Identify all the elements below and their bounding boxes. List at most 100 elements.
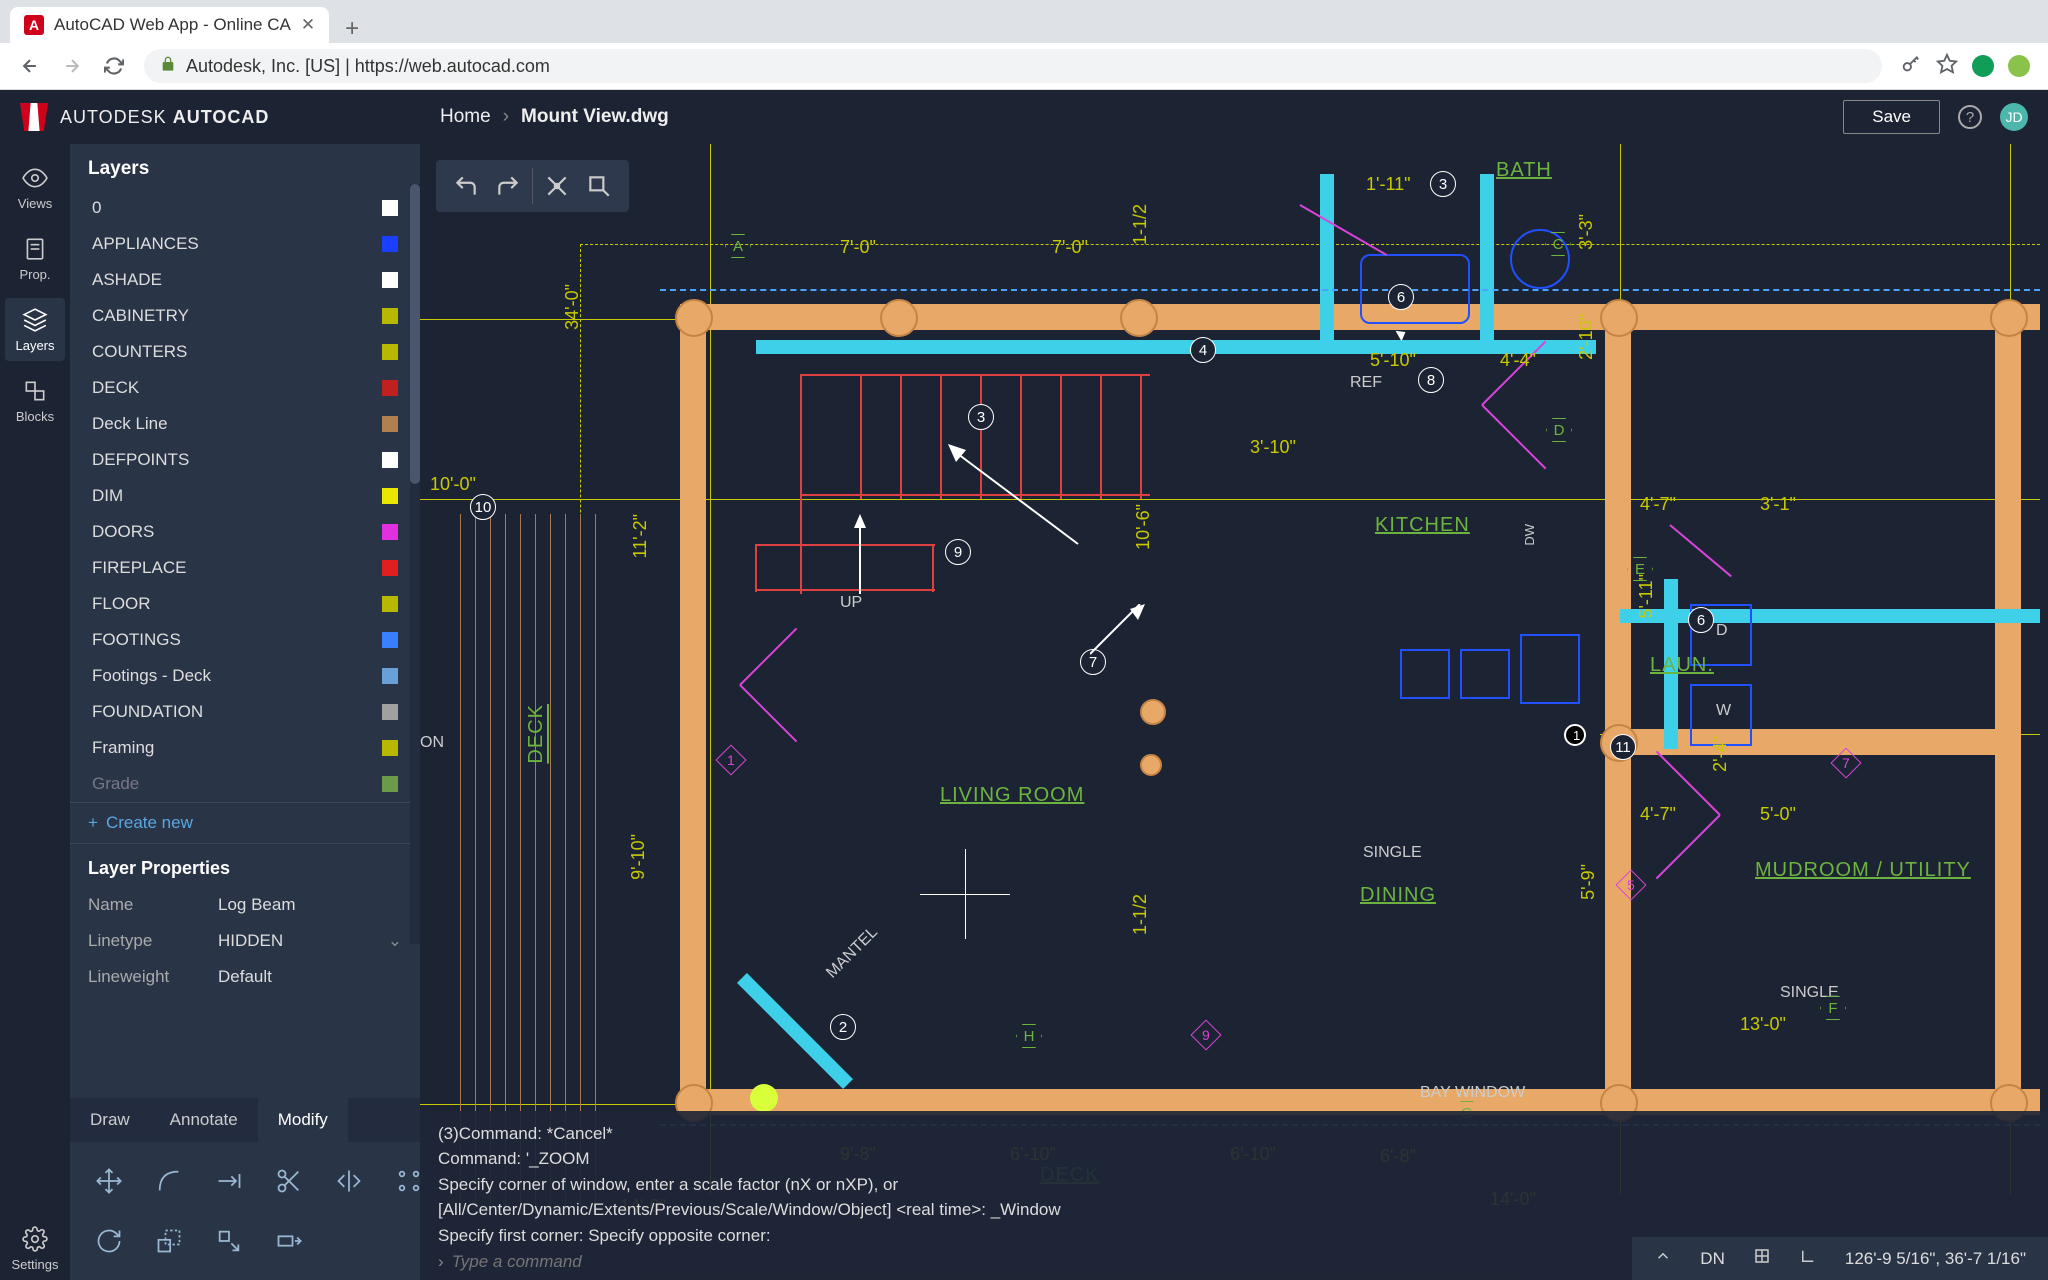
layer-row[interactable]: APPLIANCES (70, 226, 420, 262)
help-icon[interactable]: ? (1958, 105, 1982, 129)
color-swatch[interactable] (382, 272, 398, 288)
linetype-select[interactable]: HIDDEN ⌄ (218, 931, 402, 951)
color-swatch[interactable] (382, 596, 398, 612)
browser-tab[interactable]: A AutoCAD Web App - Online CA ✕ (10, 7, 329, 43)
prop-lineweight-row: Lineweight Default (70, 959, 420, 995)
rail-settings[interactable]: Settings (5, 1217, 65, 1280)
layer-row[interactable]: DECK (70, 370, 420, 406)
profile-avatar-1[interactable] (1972, 55, 1994, 77)
color-swatch[interactable] (382, 560, 398, 576)
color-swatch[interactable] (382, 740, 398, 756)
close-tab-icon[interactable]: ✕ (301, 15, 315, 35)
url-field[interactable]: Autodesk, Inc. [US] | https://web.autoca… (144, 49, 1882, 83)
layer-row[interactable]: 0 (70, 190, 420, 226)
breadcrumb-home[interactable]: Home (440, 106, 491, 128)
layer-row[interactable]: FIREPLACE (70, 550, 420, 586)
prop-name-value[interactable]: Log Beam (218, 895, 402, 915)
layer-row[interactable]: CABINETRY (70, 298, 420, 334)
tab-modify[interactable]: Modify (258, 1098, 348, 1142)
color-swatch[interactable] (382, 524, 398, 540)
layer-name: FOUNDATION (92, 702, 203, 722)
color-swatch[interactable] (382, 668, 398, 684)
move-tool-icon[interactable] (88, 1160, 130, 1202)
key-icon[interactable] (1900, 53, 1922, 80)
layer-row[interactable]: Grade (70, 766, 420, 802)
new-tab-button[interactable]: + (329, 15, 375, 43)
reload-button[interactable] (102, 54, 126, 78)
explode-tool-icon[interactable] (208, 1220, 250, 1262)
canvas-toolbar (436, 160, 629, 212)
stretch-tool-icon[interactable] (268, 1220, 310, 1262)
layer-row[interactable]: FOOTINGS (70, 622, 420, 658)
label-deck: DECK (525, 704, 548, 764)
layer-row[interactable]: DEFPOINTS (70, 442, 420, 478)
color-swatch[interactable] (382, 452, 398, 468)
color-swatch[interactable] (382, 776, 398, 792)
color-swatch[interactable] (382, 380, 398, 396)
canvas[interactable]: BATH KITCHEN LIVING ROOM DINING LAUN. MU… (420, 144, 2048, 1280)
label-ref: REF (1350, 374, 1382, 392)
offset-tool-icon[interactable] (208, 1160, 250, 1202)
forward-button[interactable] (60, 54, 84, 78)
color-swatch[interactable] (382, 308, 398, 324)
osnap-button[interactable] (539, 168, 575, 204)
favicon: A (24, 15, 44, 35)
command-history: (3)Command: *Cancel*Command: '_ZOOMSpeci… (438, 1121, 2030, 1249)
plus-icon: + (88, 813, 98, 833)
command-history-line: (3)Command: *Cancel* (438, 1121, 2030, 1147)
back-button[interactable] (18, 54, 42, 78)
color-swatch[interactable] (382, 236, 398, 252)
create-layer-button[interactable]: + Create new (70, 802, 420, 843)
scrollbar-thumb[interactable] (410, 184, 420, 484)
label-d: D (1716, 622, 1728, 640)
layer-row[interactable]: DOORS (70, 514, 420, 550)
layer-name: Deck Line (92, 414, 168, 434)
layer-name: ASHADE (92, 270, 162, 290)
tab-annotate[interactable]: Annotate (150, 1098, 258, 1142)
layer-row[interactable]: FLOOR (70, 586, 420, 622)
arc-tool-icon[interactable] (148, 1160, 190, 1202)
layer-name: FOOTINGS (92, 630, 181, 650)
rail-layers[interactable]: Layers (5, 298, 65, 361)
color-swatch[interactable] (382, 488, 398, 504)
expand-icon[interactable] (1654, 1247, 1672, 1270)
rail-views[interactable]: Views (5, 156, 65, 219)
color-swatch[interactable] (382, 632, 398, 648)
zoom-window-button[interactable] (581, 168, 617, 204)
leader-arrow-icon (948, 444, 1088, 554)
color-swatch[interactable] (382, 200, 398, 216)
rail-properties[interactable]: Prop. (5, 227, 65, 290)
rotate-tool-icon[interactable] (88, 1220, 130, 1262)
tab-draw[interactable]: Draw (70, 1098, 150, 1142)
profile-avatar-2[interactable] (2008, 55, 2030, 77)
color-swatch[interactable] (382, 416, 398, 432)
layer-row[interactable]: DIM (70, 478, 420, 514)
label-mudroom: MUDROOM / UTILITY (1755, 859, 1971, 882)
tab-bar: A AutoCAD Web App - Online CA ✕ + (0, 0, 2048, 43)
color-swatch[interactable] (382, 704, 398, 720)
grid-snap-icon[interactable] (1753, 1247, 1771, 1270)
save-button[interactable]: Save (1843, 100, 1940, 134)
layer-row[interactable]: COUNTERS (70, 334, 420, 370)
layer-row[interactable]: FOUNDATION (70, 694, 420, 730)
caret-icon: › (438, 1252, 444, 1272)
mirror-tool-icon[interactable] (328, 1160, 370, 1202)
layer-row[interactable]: Framing (70, 730, 420, 766)
label-living: LIVING ROOM (940, 784, 1084, 807)
layer-row[interactable]: ASHADE (70, 262, 420, 298)
layer-list: 0 APPLIANCES ASHADE CABINETRYCOUNTERSDECK De… (70, 190, 420, 802)
layer-row[interactable]: Footings - Deck (70, 658, 420, 694)
trim-tool-icon[interactable] (268, 1160, 310, 1202)
star-icon[interactable] (1936, 53, 1958, 80)
rail-blocks[interactable]: Blocks (5, 369, 65, 432)
user-avatar[interactable]: JD (2000, 103, 2028, 131)
layer-name: 0 (92, 198, 101, 218)
breadcrumb-file[interactable]: Mount View.dwg (521, 106, 669, 128)
scale-tool-icon[interactable] (148, 1220, 190, 1262)
undo-button[interactable] (448, 168, 484, 204)
ortho-icon[interactable] (1799, 1247, 1817, 1270)
color-swatch[interactable] (382, 344, 398, 360)
layer-row[interactable]: Deck Line (70, 406, 420, 442)
prop-lineweight-value[interactable]: Default (218, 967, 402, 987)
redo-button[interactable] (490, 168, 526, 204)
